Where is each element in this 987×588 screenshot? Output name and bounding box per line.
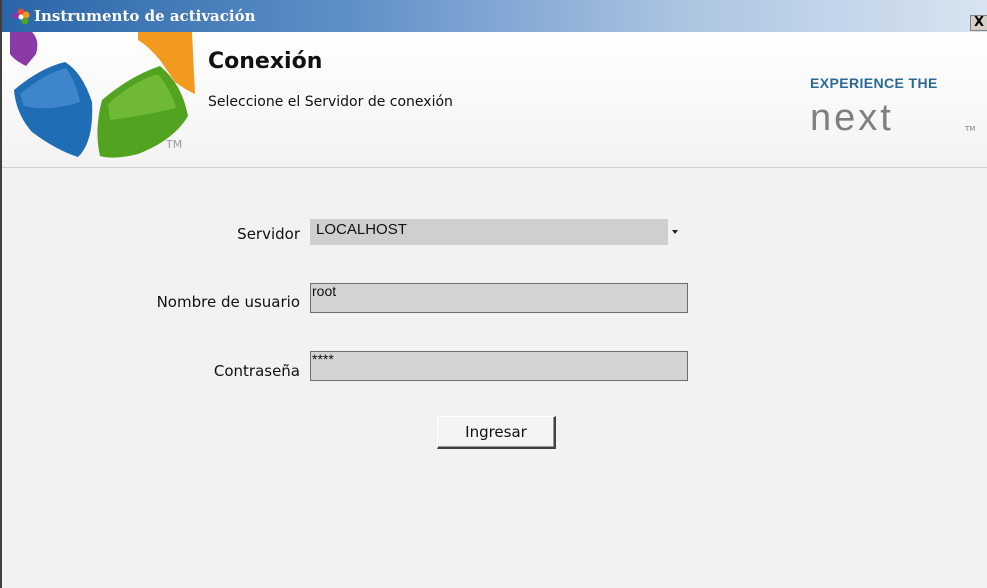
page-subtitle: Seleccione el Servidor de conexión: [208, 94, 453, 110]
server-selected-value: LOCALHOST: [316, 221, 407, 238]
server-select[interactable]: LOCALHOST: [310, 219, 668, 245]
brand-trademark: TM: [965, 125, 976, 133]
next-logo: next: [810, 97, 894, 139]
window-title: Instrumento de activación: [34, 7, 256, 25]
close-button[interactable]: X: [970, 15, 987, 31]
app-flower-icon: [12, 8, 30, 26]
title-bar[interactable]: Instrumento de activación X: [2, 0, 987, 32]
header-banner: TM Conexión Seleccione el Servidor de co…: [2, 32, 987, 168]
activation-window: Instrumento de activación X TM Conexión …: [0, 0, 987, 588]
server-label: Servidor: [237, 225, 300, 243]
brand-tagline: EXPERIENCE THE: [810, 75, 938, 91]
login-button[interactable]: Ingresar: [437, 416, 556, 449]
page-title: Conexión: [208, 49, 323, 74]
chevron-down-icon[interactable]: [672, 230, 678, 234]
trademark-mark: TM: [166, 138, 183, 151]
password-label: Contraseña: [213, 362, 300, 380]
username-label: Nombre de usuario: [156, 293, 300, 311]
username-field[interactable]: root: [310, 283, 688, 313]
password-field[interactable]: ****: [310, 351, 688, 381]
